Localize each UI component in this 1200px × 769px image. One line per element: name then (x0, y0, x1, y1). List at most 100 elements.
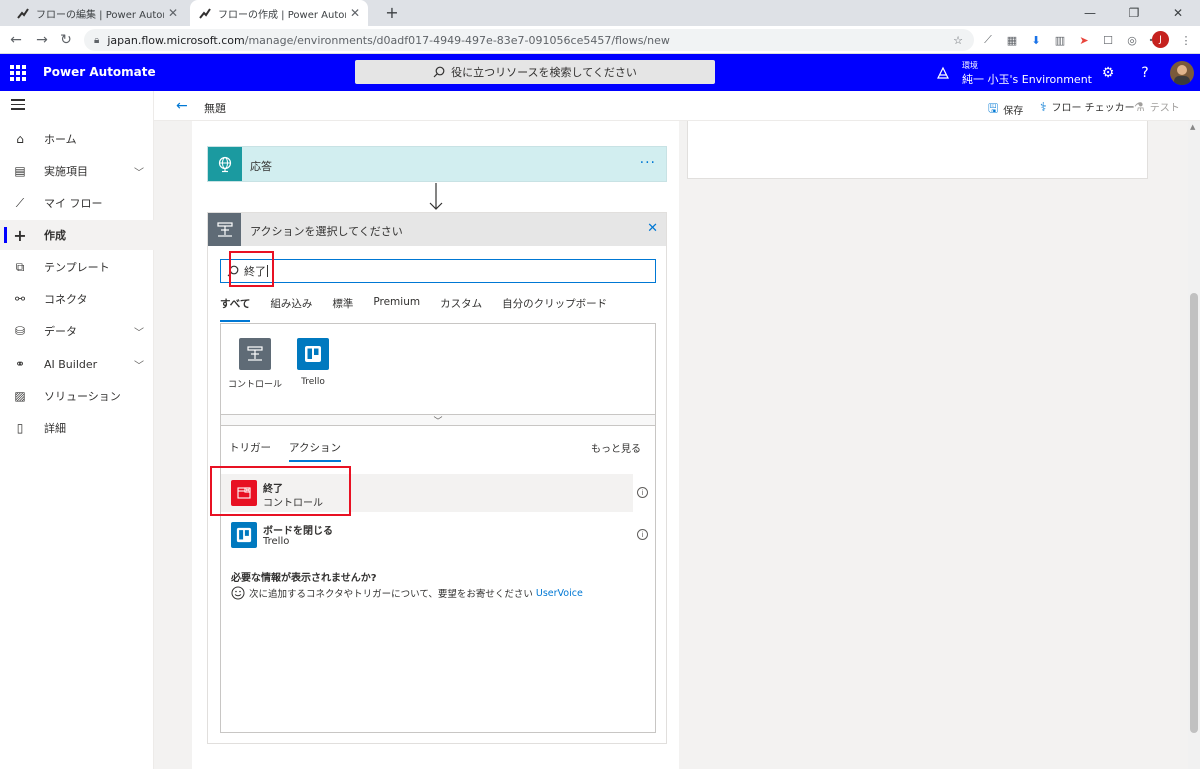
environment-icon[interactable] (936, 66, 950, 80)
flow-checker-button[interactable]: ⚕ フロー チェッカー (1040, 99, 1135, 115)
highlight-terminate-action (210, 466, 351, 516)
scroll-up-icon[interactable]: ▲ (1190, 123, 1195, 131)
flow-name[interactable]: 無題 (204, 100, 226, 116)
missing-info-title: 必要な情報が表示されませんか? (231, 573, 377, 584)
forward-icon[interactable]: → (32, 30, 52, 50)
test-button[interactable]: ⚗ テスト (1134, 99, 1180, 115)
browser-menu-icon[interactable]: ⋮ (1178, 32, 1194, 48)
template-icon: ⧉ (15, 259, 25, 274)
back-arrow-icon[interactable]: ← (176, 98, 188, 114)
nav-item-learn[interactable]: ▯ 詳細 (0, 413, 154, 443)
flow-checker-label: フロー チェッカー (1051, 103, 1135, 114)
chevron-down-icon[interactable]: ﹀ (134, 324, 144, 339)
nav-item-solutions[interactable]: ▨ ソリューション (0, 381, 154, 411)
action-search-input[interactable]: 終了 (220, 259, 656, 283)
uservoice-link[interactable]: UserVoice (536, 588, 583, 599)
address-bar[interactable]: 🔒︎ japan.flow.microsoft.com/manage/envir… (84, 29, 974, 51)
settings-gear-icon[interactable]: ⚙ (1099, 64, 1117, 82)
nav-item-label: 詳細 (44, 422, 66, 435)
solution-icon: ▨ (14, 389, 26, 403)
browser-tab-title: フローの作成 | Power Automate (218, 9, 346, 21)
database-icon: ⛁ (14, 324, 26, 338)
back-icon[interactable]: ← (6, 30, 26, 50)
connector-trello[interactable]: Trello (283, 338, 343, 387)
clipboard-icon: ▤ (14, 164, 26, 178)
resource-search-input[interactable]: 役に立つリソースを検索してください (355, 60, 715, 84)
app-name[interactable]: Power Automate (43, 65, 156, 79)
info-icon[interactable]: i (637, 529, 648, 540)
nav-item-my-flows[interactable]: ⟋ マイ フロー (0, 188, 154, 218)
minimize-window-icon[interactable]: — (1068, 0, 1112, 26)
response-step-card[interactable]: 応答 ··· (207, 146, 667, 182)
expand-connectors-button[interactable]: ﹀ (221, 414, 655, 427)
close-icon[interactable]: ✕ (647, 221, 658, 236)
bookmark-star-icon[interactable]: ☆ (950, 32, 966, 48)
tab-premium[interactable]: Premium (373, 296, 420, 318)
extension-chat-icon[interactable]: ☐ (1100, 32, 1116, 48)
page-scrollbar[interactable]: ▲ (1188, 121, 1200, 769)
tab-all[interactable]: すべて (220, 296, 251, 322)
nav-item-templates[interactable]: ⧉ テンプレート (0, 252, 154, 282)
save-label: 保存 (1003, 106, 1024, 117)
control-icon (208, 213, 241, 246)
choose-action-title: アクションを選択してください (250, 225, 403, 238)
nav-item-connectors[interactable]: ⚯ コネクタ (0, 284, 154, 314)
nav-item-label: ソリューション (44, 390, 121, 403)
nav-item-label: 作成 (44, 229, 66, 242)
extension-arrow-icon[interactable]: ➤ (1076, 32, 1092, 48)
tab-triggers[interactable]: トリガー (229, 440, 271, 455)
browser-tab-edit-flow[interactable]: フローの編集 | Power Automate ✕ (8, 0, 186, 26)
connector-control[interactable]: コントロール (225, 338, 285, 390)
action-name: ボードを閉じる (263, 526, 333, 537)
nav-item-action-items[interactable]: ▤ 実施項目 ﹀ (0, 156, 154, 186)
tab-builtin[interactable]: 組み込み (270, 296, 312, 318)
missing-info-body: 次に追加するコネクタやトリガーについて、要望をお寄せください (249, 589, 533, 600)
see-more-link[interactable]: もっと見る (591, 440, 641, 455)
environment-name[interactable]: 純一 小玉's Environment (962, 71, 1092, 87)
nav-item-create[interactable]: + 作成 (0, 220, 154, 250)
flow-icon: ⟋ (15, 195, 25, 210)
restore-window-icon[interactable]: ❐ (1112, 0, 1156, 26)
book-icon: ▯ (16, 421, 24, 435)
power-automate-favicon-icon (16, 6, 30, 20)
extension-flow-icon[interactable]: ⟋ (980, 32, 996, 48)
close-tab-icon[interactable]: ✕ (350, 6, 360, 20)
chevron-down-icon[interactable]: ﹀ (134, 164, 144, 179)
tab-actions[interactable]: アクション (289, 440, 341, 462)
tab-standard[interactable]: 標準 (332, 296, 353, 318)
test-label: テスト (1149, 103, 1180, 114)
nav-item-home[interactable]: ⌂ ホーム (0, 124, 154, 154)
left-navigation: ⌂ ホーム ▤ 実施項目 ﹀ ⟋ マイ フロー + 作成 ⧉ テンプレート ⚯ … (0, 91, 154, 769)
nav-item-ai-builder[interactable]: ⚭ AI Builder ﹀ (0, 349, 154, 379)
scrollbar-thumb[interactable] (1190, 293, 1198, 733)
user-avatar[interactable] (1170, 61, 1194, 85)
search-icon (433, 66, 445, 78)
close-tab-icon[interactable]: ✕ (168, 6, 178, 20)
nav-item-data[interactable]: ⛁ データ ﹀ (0, 316, 154, 346)
browser-tab-create-flow[interactable]: フローの作成 | Power Automate ✕ (190, 0, 368, 26)
reload-icon[interactable]: ↻ (56, 30, 76, 50)
extension-ss-icon[interactable]: ▦ (1004, 32, 1020, 48)
tab-custom[interactable]: カスタム (440, 296, 482, 318)
extension-download-icon[interactable]: ⬇ (1028, 32, 1044, 48)
chevron-down-icon[interactable]: ﹀ (134, 357, 144, 372)
browser-toolbar: ← → ↻ 🔒︎ japan.flow.microsoft.com/manage… (0, 26, 1200, 54)
action-row-close-board[interactable]: ボードを閉じる Trello i (221, 516, 648, 554)
close-window-icon[interactable]: ✕ (1156, 0, 1200, 26)
hamburger-menu-icon[interactable] (11, 99, 25, 113)
trello-icon (297, 338, 329, 370)
new-tab-button[interactable]: + (382, 3, 402, 23)
profile-avatar-icon[interactable]: J (1152, 31, 1169, 48)
extension-camera-icon[interactable]: ◎ (1124, 32, 1140, 48)
extension-web-icon[interactable]: ▥ (1052, 32, 1068, 48)
tab-my-clipboard[interactable]: 自分のクリップボード (502, 296, 607, 318)
app-launcher-icon[interactable] (10, 65, 26, 81)
nav-item-label: テンプレート (44, 261, 110, 274)
result-type-tabs: トリガー アクション (229, 440, 359, 462)
more-options-icon[interactable]: ··· (640, 155, 656, 171)
save-button[interactable]: 🖫︎ 保存 (988, 99, 1023, 120)
nav-item-label: マイ フロー (44, 197, 103, 210)
trello-icon (231, 522, 257, 548)
help-icon[interactable]: ? (1136, 64, 1154, 82)
info-icon[interactable]: i (637, 487, 648, 498)
